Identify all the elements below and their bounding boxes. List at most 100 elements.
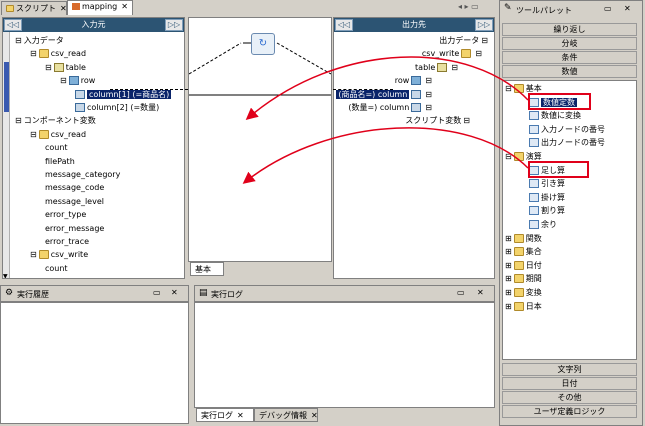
expander-icon[interactable]: ⊟ (505, 84, 512, 93)
palette-item[interactable]: 引き算 (529, 178, 565, 190)
tab-debug-info[interactable]: デバッグ情報 ✕ (254, 408, 318, 422)
input-tree-item[interactable]: column[1] (=商品名) (75, 89, 172, 101)
folder-icon (513, 260, 524, 270)
expander-icon[interactable]: ⊟ (425, 90, 432, 99)
expander-icon[interactable]: ⊟ (505, 152, 512, 161)
palette-item[interactable]: 出力ノードの番号 (529, 137, 605, 149)
input-vertical-scrollbar[interactable]: ▼ (3, 32, 10, 278)
palette-tree-area: ⊟ 基本 数値定数 数値に変換 入力ノードの番号 出力ノードの番号 ⊟ 演算 足し算 引き算 掛け算… (502, 80, 637, 360)
input-tree-item[interactable]: ⊟ csv_write (30, 249, 88, 261)
palette-folder[interactable]: ⊞ 変換 (505, 287, 542, 299)
close-icon[interactable]: ✕ (311, 411, 318, 420)
script-icon (6, 5, 14, 12)
expander-icon[interactable]: ⊟ (481, 36, 488, 45)
palette-category-branch[interactable]: 分岐 (502, 37, 637, 50)
input-tree-item[interactable]: count (45, 142, 68, 154)
input-tree-item[interactable]: ⊟ table (45, 62, 86, 74)
expand-right-button[interactable]: ▷▷ (165, 19, 183, 31)
output-tree-item[interactable]: row ⊟ (395, 75, 432, 87)
collapse-left-button[interactable]: ◁◁ (335, 19, 353, 31)
expander-icon[interactable]: ⊟ (425, 103, 432, 112)
close-icon[interactable]: ✕ (237, 411, 244, 420)
palette-folder[interactable]: ⊞ 期間 (505, 273, 542, 285)
close-icon[interactable]: ✕ (624, 4, 631, 13)
tab-script[interactable]: スクリプト ✕ (1, 1, 67, 15)
input-tree-item[interactable]: filePath (45, 156, 75, 168)
input-tree-item[interactable]: ⊟ row (60, 75, 95, 87)
expander-icon[interactable]: ⊞ (505, 247, 512, 256)
tab-mapping[interactable]: mapping ✕ (67, 0, 133, 15)
palette-item[interactable]: 数値に変換 (529, 110, 581, 122)
tree-label: error_type (45, 210, 87, 220)
input-tree-item[interactable]: error_trace (45, 236, 89, 248)
expander-icon[interactable]: ⊟ (15, 36, 22, 45)
output-tree-item[interactable]: (数量=) column ⊟ (348, 102, 432, 114)
mapping-canvas[interactable]: ↻ (188, 17, 332, 262)
expander-icon[interactable]: ⊞ (505, 288, 512, 297)
input-tree-item[interactable]: message_code (45, 182, 104, 194)
palette-category-numeric[interactable]: 数値 (502, 65, 637, 78)
output-tree-item[interactable]: (商品名=) column ⊟ (336, 89, 432, 101)
input-tree-item[interactable]: ⊟ コンポーネント変数 (15, 115, 96, 127)
tab-nav-controls[interactable]: ◂ ▸ ▭ (458, 2, 479, 11)
expander-icon[interactable]: ⊞ (505, 274, 512, 283)
close-icon[interactable]: ✕ (60, 4, 67, 13)
input-tree-item[interactable]: count (45, 263, 68, 275)
tree-label: csv_write (421, 49, 460, 59)
maximize-icon[interactable]: ▭ (457, 288, 465, 297)
expander-icon[interactable]: ⊟ (60, 76, 67, 85)
input-tree-item[interactable]: ⊟ 入力データ (15, 35, 64, 47)
expander-icon[interactable]: ⊟ (425, 76, 432, 85)
output-tree-item[interactable]: スクリプト変数 ⊟ (405, 115, 470, 127)
expander-icon[interactable]: ⊞ (505, 302, 512, 311)
tab-run-log[interactable]: 実行ログ ✕ (196, 408, 254, 422)
palette-folder[interactable]: ⊞ 日本 (505, 301, 542, 313)
expander-icon[interactable]: ⊟ (15, 116, 22, 125)
palette-category-string[interactable]: 文字列 (502, 363, 637, 376)
expander-icon[interactable]: ⊟ (463, 116, 470, 125)
scroll-thumb[interactable] (4, 62, 9, 112)
expand-right-button[interactable]: ▷▷ (475, 19, 493, 31)
tab-basic[interactable]: 基本 (190, 262, 224, 276)
close-icon[interactable]: ✕ (121, 2, 128, 11)
input-tree-item[interactable]: message_level (45, 196, 104, 208)
output-tree-item[interactable]: 出力データ ⊟ (439, 35, 488, 47)
collapse-left-button[interactable]: ◁◁ (4, 19, 22, 31)
palette-category-condition[interactable]: 条件 (502, 51, 637, 64)
expander-icon[interactable]: ⊟ (30, 49, 37, 58)
input-tree-item[interactable]: ⊟ csv_read (30, 48, 86, 60)
palette-item[interactable]: 入力ノードの番号 (529, 124, 605, 136)
palette-folder[interactable]: ⊞ 日付 (505, 260, 542, 272)
expander-icon[interactable]: ⊞ (505, 261, 512, 270)
input-tree-item[interactable]: error_type (45, 209, 86, 221)
expander-icon[interactable]: ⊟ (475, 49, 482, 58)
palette-category-other[interactable]: その他 (502, 391, 637, 404)
close-icon[interactable]: ✕ (171, 288, 178, 297)
node-icon (461, 49, 472, 59)
output-tree-item[interactable]: table ⊟ (415, 62, 458, 74)
expander-icon[interactable]: ⊟ (451, 63, 458, 72)
palette-category-date[interactable]: 日付 (502, 377, 637, 390)
function-node[interactable]: ↻ (251, 33, 275, 55)
maximize-icon[interactable]: ▭ (604, 4, 612, 13)
palette-folder[interactable]: ⊞ 関数 (505, 233, 542, 245)
palette-item[interactable]: 余り (529, 219, 557, 231)
input-tree-item[interactable]: column[2] (=数量) (75, 102, 159, 114)
close-icon[interactable]: ✕ (477, 288, 484, 297)
expander-icon[interactable]: ⊟ (30, 130, 37, 139)
expander-icon[interactable]: ⊟ (30, 250, 37, 259)
palette-folder[interactable]: ⊞ 集合 (505, 246, 542, 258)
tree-label: 引き算 (541, 179, 565, 189)
maximize-icon[interactable]: ▭ (153, 288, 161, 297)
palette-category-loop[interactable]: 繰り返し (502, 23, 637, 36)
input-tree-item[interactable]: error_message (45, 223, 104, 235)
palette-category-user-logic[interactable]: ユーザ定義ロジック (502, 405, 637, 418)
scroll-down-arrow[interactable]: ▼ (3, 273, 8, 278)
expander-icon[interactable]: ⊞ (505, 234, 512, 243)
palette-item[interactable]: 割り算 (529, 205, 565, 217)
expander-icon[interactable]: ⊟ (45, 63, 52, 72)
output-tree-item[interactable]: csv_write ⊟ (422, 48, 482, 60)
input-tree-item[interactable]: ⊟ csv_read (30, 129, 86, 141)
input-tree-item[interactable]: message_category (45, 169, 120, 181)
palette-item[interactable]: 掛け算 (529, 192, 565, 204)
